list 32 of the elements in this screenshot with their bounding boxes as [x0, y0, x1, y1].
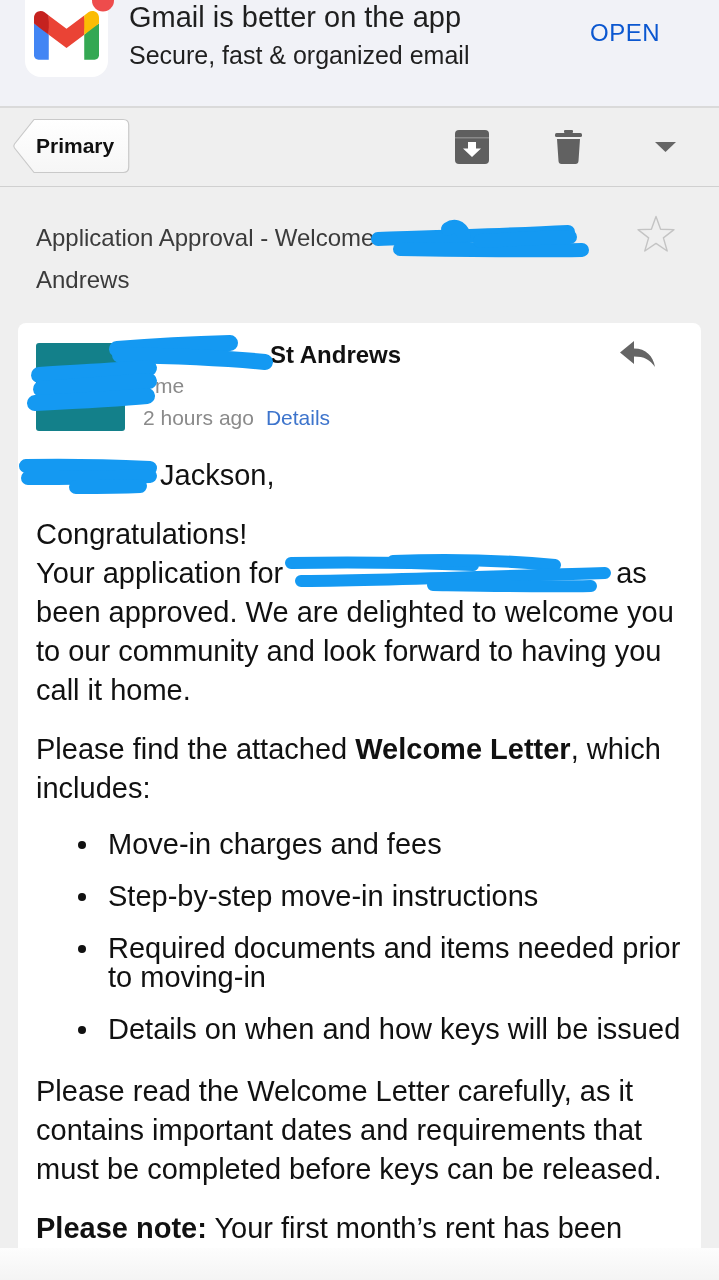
bullet-icon — [78, 945, 86, 953]
banner-title: Gmail is better on the app — [129, 0, 463, 34]
gmail-logo-icon — [25, 0, 108, 77]
body-text: Congratulations! — [36, 517, 249, 552]
list-item-text: Step-by-step move-in instructions — [108, 882, 539, 911]
recipient-text: me — [155, 373, 186, 399]
list-item-text: Move-in charges and fees — [108, 830, 442, 859]
back-button[interactable]: Primary — [12, 117, 131, 174]
details-link[interactable]: Details — [265, 402, 331, 434]
bullet-icon — [78, 841, 86, 849]
list-item-text: Details on when and how keys will be issued — [108, 1015, 681, 1044]
bullet-icon — [78, 893, 86, 901]
caret-icon[interactable] — [655, 142, 676, 152]
banner-subtitle: Secure, fast & organized email — [129, 40, 470, 70]
archive-icon[interactable] — [455, 130, 489, 164]
reply-icon[interactable] — [619, 340, 656, 368]
subject-text: Application Approval - Welcome — [36, 223, 375, 253]
subject-text: Andrews — [36, 265, 130, 295]
star-icon[interactable] — [636, 215, 676, 253]
body-text: Please read the Welcome Letter carefully, as it contains important dates and requirements that must be completed before keys can be released. — [36, 1074, 663, 1187]
list-item-text: Required documents and items needed prior to moving-in — [108, 934, 682, 992]
greeting-text: Jackson, — [160, 458, 275, 493]
body-text: been approved. We are delighted to welcome you to our community and look forward to having you call it home. — [36, 595, 675, 708]
sender-name: St Andrews — [270, 340, 402, 370]
body-text: Your application for — [36, 556, 284, 591]
body-text: as — [616, 556, 647, 591]
open-button[interactable]: OPEN — [590, 16, 660, 50]
body-text: Please note: Your first month’s rent has been — [36, 1211, 624, 1246]
bullet-icon — [78, 1026, 86, 1034]
trash-icon[interactable] — [555, 130, 582, 164]
body-text: Please find the attached Welcome Letter, which includes: — [36, 732, 662, 806]
timestamp: 2 hours ago — [143, 405, 254, 431]
